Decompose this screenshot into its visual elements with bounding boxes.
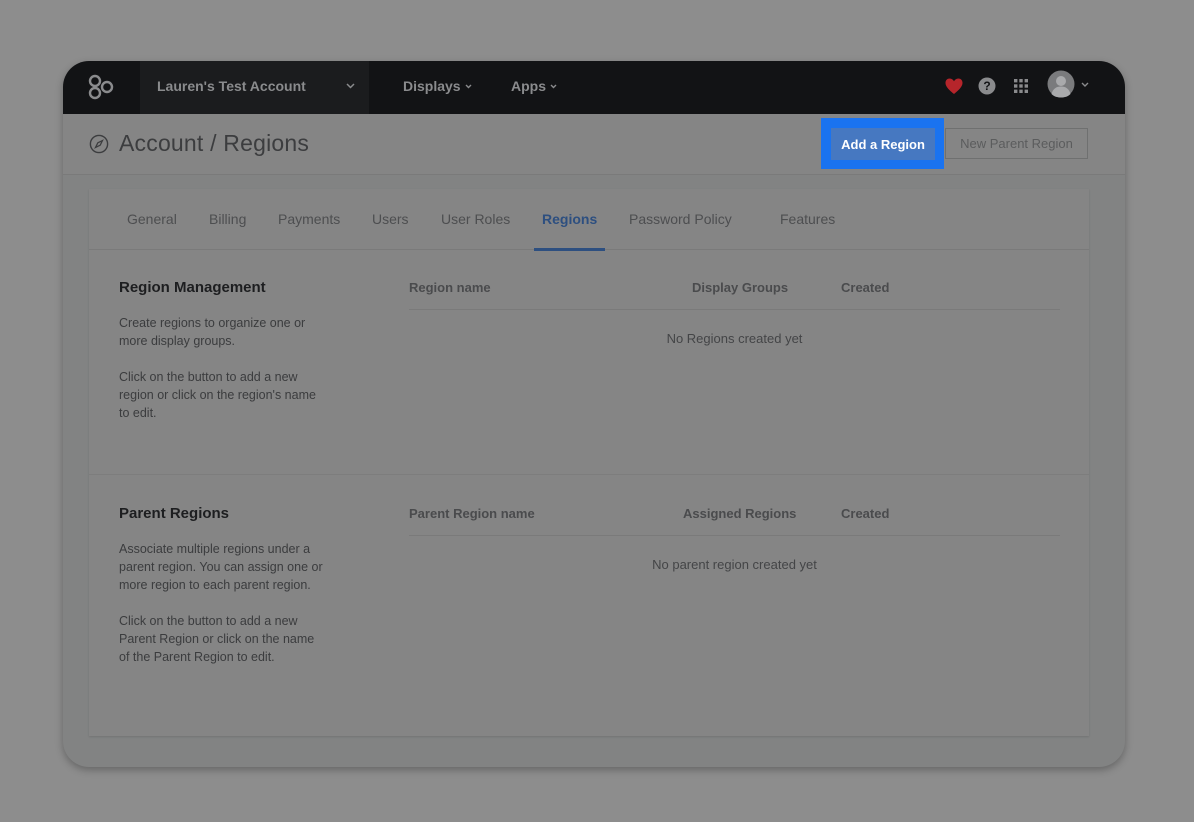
tab-users[interactable]: Users	[372, 211, 409, 227]
tab-billing[interactable]: Billing	[209, 211, 246, 227]
tab-password-policy[interactable]: Password Policy	[629, 211, 732, 227]
nav-apps-label: Apps	[511, 78, 546, 94]
top-nav: Lauren's Test Account Displays Apps ?	[63, 61, 1125, 114]
account-switcher[interactable]: Lauren's Test Account	[140, 61, 369, 114]
new-parent-region-button[interactable]: New Parent Region	[945, 128, 1088, 159]
svg-text:?: ?	[983, 79, 990, 93]
chevron-down-icon	[550, 84, 557, 89]
column-header-assigned-regions[interactable]: Assigned Regions	[683, 506, 796, 521]
nav-displays[interactable]: Displays	[403, 78, 472, 94]
column-header-region-name[interactable]: Region name	[409, 280, 491, 295]
compass-icon	[89, 134, 109, 154]
content-card: General Billing Payments Users User Role…	[89, 189, 1089, 736]
nav-displays-label: Displays	[403, 78, 461, 94]
nav-apps[interactable]: Apps	[511, 78, 557, 94]
chevron-down-icon	[465, 84, 472, 89]
chevron-down-icon	[346, 83, 355, 89]
table-divider	[409, 309, 1060, 310]
active-tab-indicator	[534, 248, 605, 251]
add-region-button[interactable]: Add a Region	[831, 128, 935, 160]
column-header-parent-region-name[interactable]: Parent Region name	[409, 506, 535, 521]
parent-regions-desc-2: Click on the button to add a new Parent …	[119, 614, 315, 664]
column-header-display-groups[interactable]: Display Groups	[692, 280, 788, 295]
avatar[interactable]	[1047, 70, 1075, 98]
tab-regions[interactable]: Regions	[542, 211, 597, 227]
logo-icon[interactable]	[87, 73, 115, 101]
tab-user-roles[interactable]: User Roles	[441, 211, 510, 227]
parent-regions-desc-1: Associate multiple regions under a paren…	[119, 542, 323, 592]
help-icon[interactable]: ?	[976, 75, 998, 97]
apps-grid-icon[interactable]	[1010, 75, 1032, 97]
region-management-description: Create regions to organize one or more d…	[119, 314, 324, 440]
chevron-down-icon[interactable]	[1081, 82, 1089, 88]
regions-empty-message: No Regions created yet	[666, 331, 803, 346]
region-management-desc-1: Create regions to organize one or more d…	[119, 316, 306, 348]
section-divider	[89, 474, 1089, 475]
table-divider	[409, 535, 1060, 536]
column-header-created[interactable]: Created	[841, 280, 889, 295]
account-name: Lauren's Test Account	[157, 78, 306, 94]
parent-regions-title: Parent Regions	[119, 505, 230, 522]
column-header-created[interactable]: Created	[841, 506, 889, 521]
tab-general[interactable]: General	[127, 211, 177, 227]
heart-icon[interactable]	[943, 75, 965, 97]
tab-payments[interactable]: Payments	[278, 211, 340, 227]
region-management-desc-2: Click on the button to add a new region …	[119, 370, 316, 420]
page-header: Account / Regions Add a Region New Paren…	[63, 114, 1125, 175]
app-window: Lauren's Test Account Displays Apps ? Ac…	[63, 61, 1125, 767]
settings-tabs: General Billing Payments Users User Role…	[89, 189, 1089, 251]
tab-features[interactable]: Features	[780, 211, 835, 227]
page-title: Account / Regions	[119, 130, 310, 156]
parent-regions-empty-message: No parent region created yet	[652, 557, 817, 572]
parent-regions-description: Associate multiple regions under a paren…	[119, 540, 324, 684]
region-management-title: Region Management	[119, 279, 266, 296]
